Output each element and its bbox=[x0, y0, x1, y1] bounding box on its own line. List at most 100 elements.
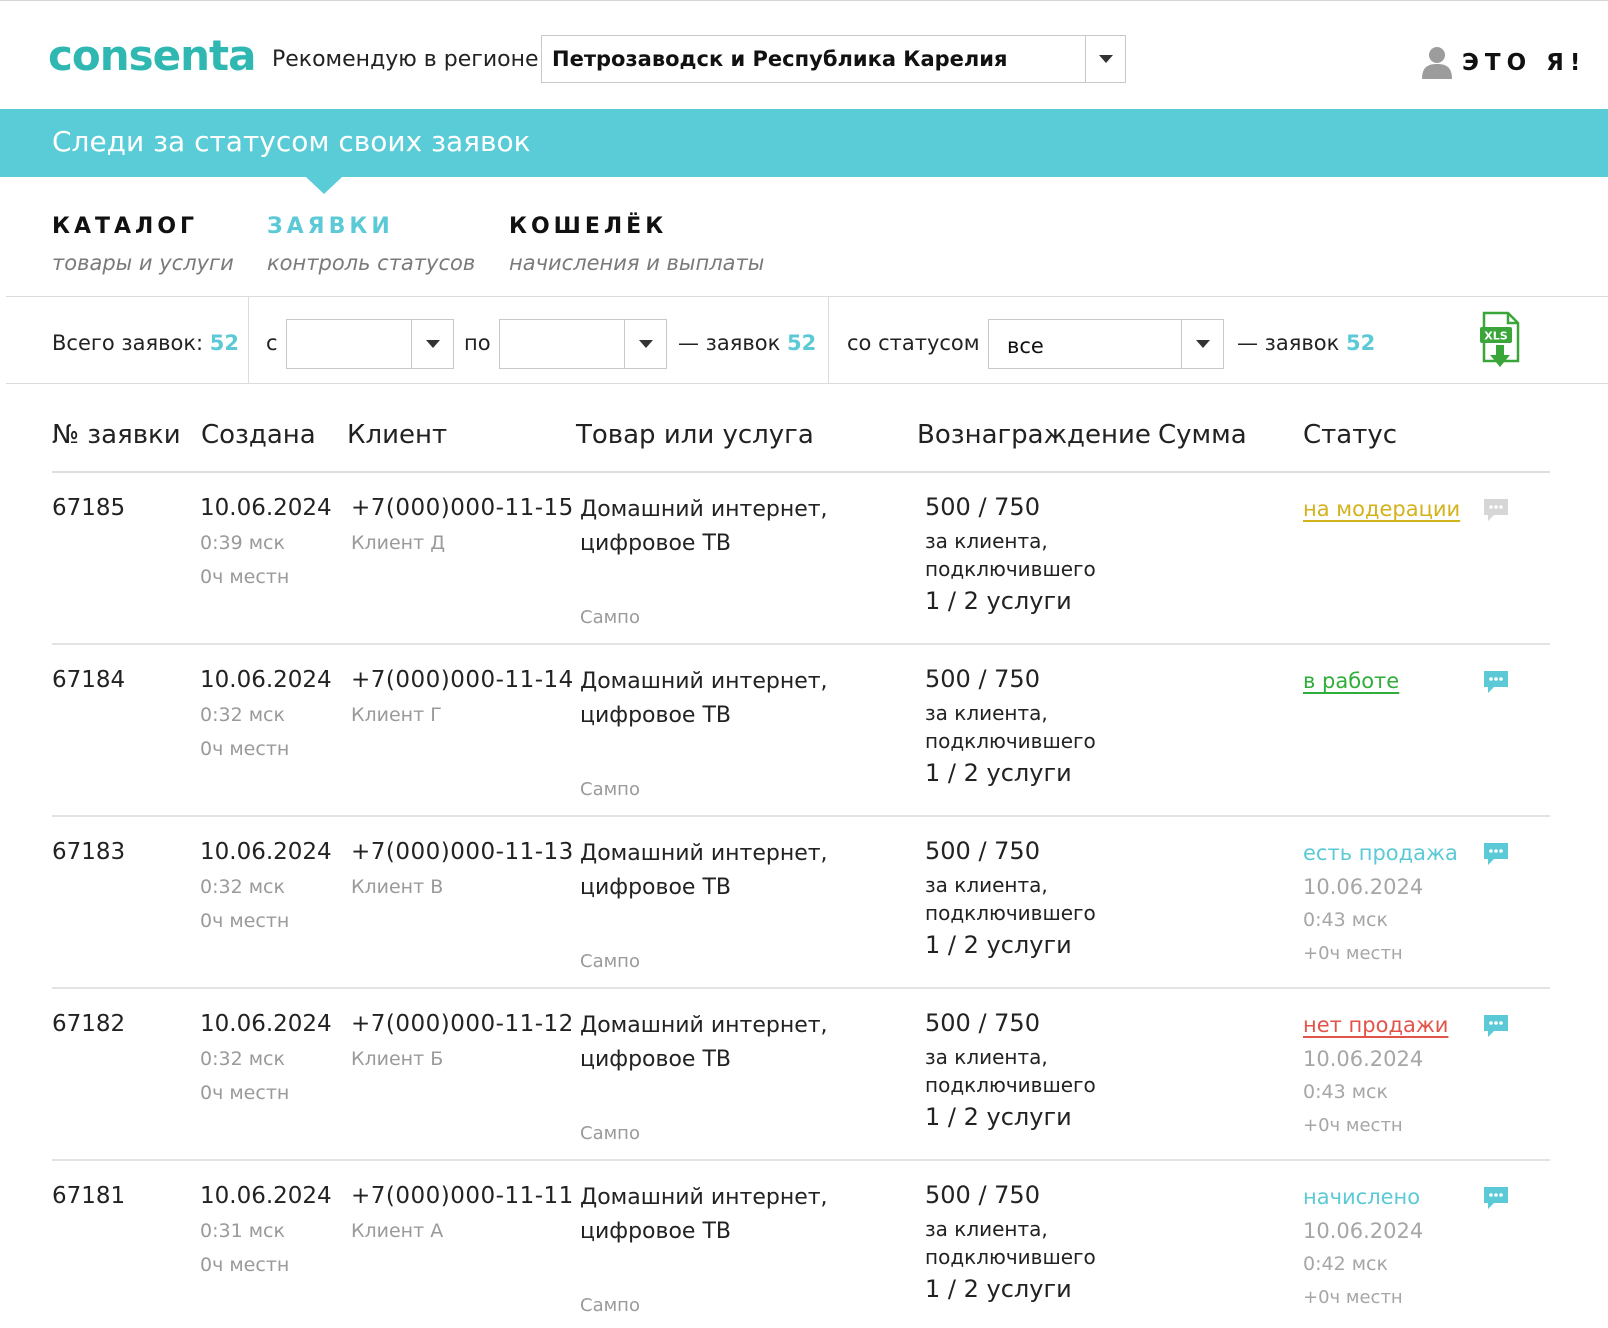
region-select[interactable]: Петрозаводск и Республика Карелия bbox=[541, 35, 1126, 83]
product-name-line1: Домашний интернет, bbox=[580, 841, 828, 866]
status-filter-count-value: 52 bbox=[1345, 331, 1376, 355]
date-to-dropdown-button[interactable] bbox=[624, 320, 666, 368]
tab-orders-subtitle: контроль статусов bbox=[267, 251, 476, 275]
reward-amount: 500 / 750 bbox=[925, 493, 1040, 521]
created-time: 0:31 мск bbox=[200, 1220, 285, 1242]
order-id: 67183 bbox=[52, 839, 126, 865]
status-filter-count-label: — заявок bbox=[1237, 331, 1340, 355]
product-name-line2: цифровое ТВ bbox=[580, 875, 731, 900]
status-link[interactable]: начислено bbox=[1303, 1185, 1420, 1209]
created-timezone: 0ч местн bbox=[200, 910, 290, 932]
comment-icon[interactable] bbox=[1482, 669, 1510, 695]
reward-amount: 500 / 750 bbox=[925, 837, 1040, 865]
status-filter-value: все bbox=[1007, 334, 1044, 358]
tab-catalog-title: КАТАЛОГ bbox=[52, 214, 199, 239]
table-row[interactable]: 67183 10.06.2024 0:32 мск 0ч местн +7(00… bbox=[0, 817, 1608, 989]
column-header-id: № заявки bbox=[52, 420, 181, 450]
status-timezone: +0ч местн bbox=[1303, 1115, 1403, 1136]
tab-wallet[interactable]: КОШЕЛЁК начисления и выплаты bbox=[509, 214, 764, 275]
consenta-logo[interactable]: consenta bbox=[48, 31, 256, 80]
created-date: 10.06.2024 bbox=[200, 495, 332, 521]
client-phone: +7(000)000-11-14 bbox=[351, 667, 574, 693]
created-time: 0:32 мск bbox=[200, 1048, 285, 1070]
table-row[interactable]: 67182 10.06.2024 0:32 мск 0ч местн +7(00… bbox=[0, 989, 1608, 1161]
reward-services: 1 / 2 услуги bbox=[925, 587, 1072, 615]
table-row[interactable]: 67185 10.06.2024 0:39 мск 0ч местн +7(00… bbox=[0, 473, 1608, 645]
status-filter-count: — заявок 52 bbox=[1237, 331, 1375, 355]
date-from-select[interactable] bbox=[286, 319, 454, 369]
status-time: 0:42 мск bbox=[1303, 1253, 1388, 1275]
comment-icon[interactable] bbox=[1482, 841, 1510, 867]
reward-description-line2: подключившего bbox=[925, 729, 1096, 753]
created-date: 10.06.2024 bbox=[200, 839, 332, 865]
column-header-created: Создана bbox=[201, 420, 316, 450]
provider-name: Сампо bbox=[580, 779, 640, 800]
status-link[interactable]: есть продажа bbox=[1303, 841, 1458, 865]
user-icon bbox=[1422, 47, 1452, 79]
reward-services: 1 / 2 услуги bbox=[925, 1103, 1072, 1131]
product-name-line1: Домашний интернет, bbox=[580, 1185, 828, 1210]
reward-services: 1 / 2 услуги bbox=[925, 1275, 1072, 1303]
comment-icon[interactable] bbox=[1482, 1185, 1510, 1211]
xls-download-icon[interactable]: XLS bbox=[1478, 311, 1522, 369]
status-link[interactable]: в работе bbox=[1303, 669, 1399, 693]
client-phone: +7(000)000-11-15 bbox=[351, 495, 574, 521]
date-to-label: по bbox=[464, 331, 491, 355]
banner-title: Следи за статусом своих заявок bbox=[52, 125, 531, 158]
status-date: 10.06.2024 bbox=[1303, 1047, 1424, 1071]
order-id: 67184 bbox=[52, 667, 126, 693]
reward-description-line1: за клиента, bbox=[925, 701, 1048, 725]
table-row[interactable]: 67181 10.06.2024 0:31 мск 0ч местн +7(00… bbox=[0, 1161, 1608, 1328]
status-filter-select[interactable]: все bbox=[988, 319, 1224, 369]
date-to-select[interactable] bbox=[499, 319, 667, 369]
table-row[interactable]: 67184 10.06.2024 0:32 мск 0ч местн +7(00… bbox=[0, 645, 1608, 817]
provider-name: Сампо bbox=[580, 951, 640, 972]
client-phone: +7(000)000-11-12 bbox=[351, 1011, 574, 1037]
total-orders-value: 52 bbox=[209, 331, 240, 355]
filter-bar: Всего заявок: 52 с по — заявок 52 со ста… bbox=[6, 296, 1608, 384]
chevron-down-icon bbox=[1195, 340, 1210, 348]
client-name: Клиент В bbox=[351, 876, 444, 898]
status-link[interactable]: на модерации bbox=[1303, 497, 1460, 521]
status-timezone: +0ч местн bbox=[1303, 1287, 1403, 1308]
status-time: 0:43 мск bbox=[1303, 1081, 1388, 1103]
region-select-value: Петрозаводск и Республика Карелия bbox=[552, 47, 1008, 71]
chevron-down-icon bbox=[1098, 55, 1113, 63]
status-timezone: +0ч местн bbox=[1303, 943, 1403, 964]
tab-orders[interactable]: ЗАЯВКИ контроль статусов bbox=[267, 214, 475, 275]
banner-pointer bbox=[306, 177, 342, 194]
client-name: Клиент Г bbox=[351, 704, 442, 726]
status-link[interactable]: нет продажи bbox=[1303, 1013, 1448, 1037]
status-date: 10.06.2024 bbox=[1303, 1219, 1424, 1243]
reward-description-line2: подключившего bbox=[925, 901, 1096, 925]
region-label: Рекомендую в регионе: bbox=[272, 47, 546, 72]
created-timezone: 0ч местн bbox=[200, 738, 290, 760]
tab-catalog-subtitle: товары и услуги bbox=[52, 251, 234, 275]
product-name-line2: цифровое ТВ bbox=[580, 1219, 731, 1244]
region-dropdown-button[interactable] bbox=[1085, 36, 1125, 82]
chevron-down-icon bbox=[638, 340, 653, 348]
date-filter-count: — заявок 52 bbox=[678, 331, 816, 355]
status-dropdown-button[interactable] bbox=[1181, 320, 1223, 368]
client-name: Клиент Б bbox=[351, 1048, 444, 1070]
client-name: Клиент Д bbox=[351, 532, 446, 554]
product-name-line2: цифровое ТВ bbox=[580, 531, 731, 556]
date-from-dropdown-button[interactable] bbox=[411, 320, 453, 368]
page-banner: Следи за статусом своих заявок bbox=[0, 109, 1608, 177]
tab-wallet-subtitle: начисления и выплаты bbox=[509, 251, 765, 275]
created-time: 0:32 мск bbox=[200, 704, 285, 726]
chevron-down-icon bbox=[425, 340, 440, 348]
reward-amount: 500 / 750 bbox=[925, 1009, 1040, 1037]
created-date: 10.06.2024 bbox=[200, 1183, 332, 1209]
date-filter-count-label: — заявок bbox=[678, 331, 781, 355]
client-name: Клиент А bbox=[351, 1220, 444, 1242]
tab-catalog[interactable]: КАТАЛОГ товары и услуги bbox=[52, 214, 234, 275]
date-from-label: с bbox=[266, 331, 278, 355]
comment-icon[interactable] bbox=[1482, 497, 1510, 523]
created-timezone: 0ч местн bbox=[200, 1254, 290, 1276]
column-header-client: Клиент bbox=[347, 420, 448, 450]
order-id: 67181 bbox=[52, 1183, 126, 1209]
client-phone: +7(000)000-11-11 bbox=[351, 1183, 574, 1209]
comment-icon[interactable] bbox=[1482, 1013, 1510, 1039]
total-orders-label: Всего заявок: bbox=[52, 331, 204, 355]
